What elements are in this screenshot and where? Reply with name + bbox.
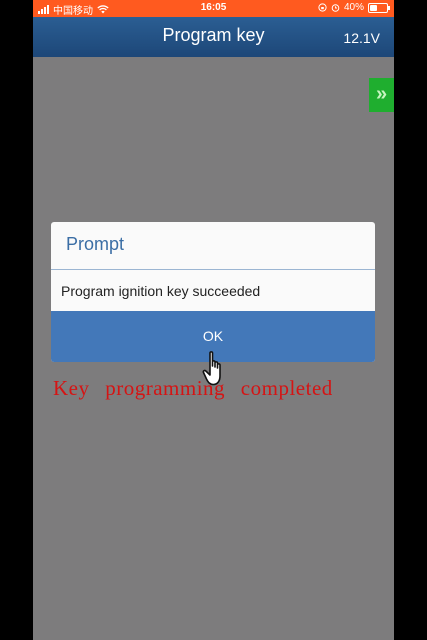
dialog-title: Prompt — [66, 234, 125, 254]
orientation-lock-icon — [318, 3, 327, 12]
alarm-icon — [331, 4, 340, 12]
prompt-dialog: Prompt Program ignition key succeeded OK — [51, 222, 375, 362]
battery-icon — [368, 2, 390, 13]
annotation-caption: Key programming completed — [53, 376, 333, 400]
battery-voltage: 12.1V — [343, 30, 380, 46]
page-title: Program key — [162, 25, 265, 45]
dialog-message: Program ignition key succeeded — [61, 283, 261, 299]
battery-percent: 40% — [343, 2, 364, 13]
pointer-hand-icon — [202, 351, 221, 386]
side-panel-toggle[interactable]: » — [369, 78, 394, 112]
app-header: Program key 12.1V — [33, 17, 394, 57]
dialog-divider — [51, 269, 375, 270]
app-screen: 中国移动 16:05 40% Program key 12.1V » Promp… — [33, 0, 394, 640]
double-chevron-right-icon: » — [375, 83, 388, 105]
status-bar: 中国移动 16:05 40% — [33, 0, 394, 17]
status-right: 40% — [318, 2, 390, 13]
